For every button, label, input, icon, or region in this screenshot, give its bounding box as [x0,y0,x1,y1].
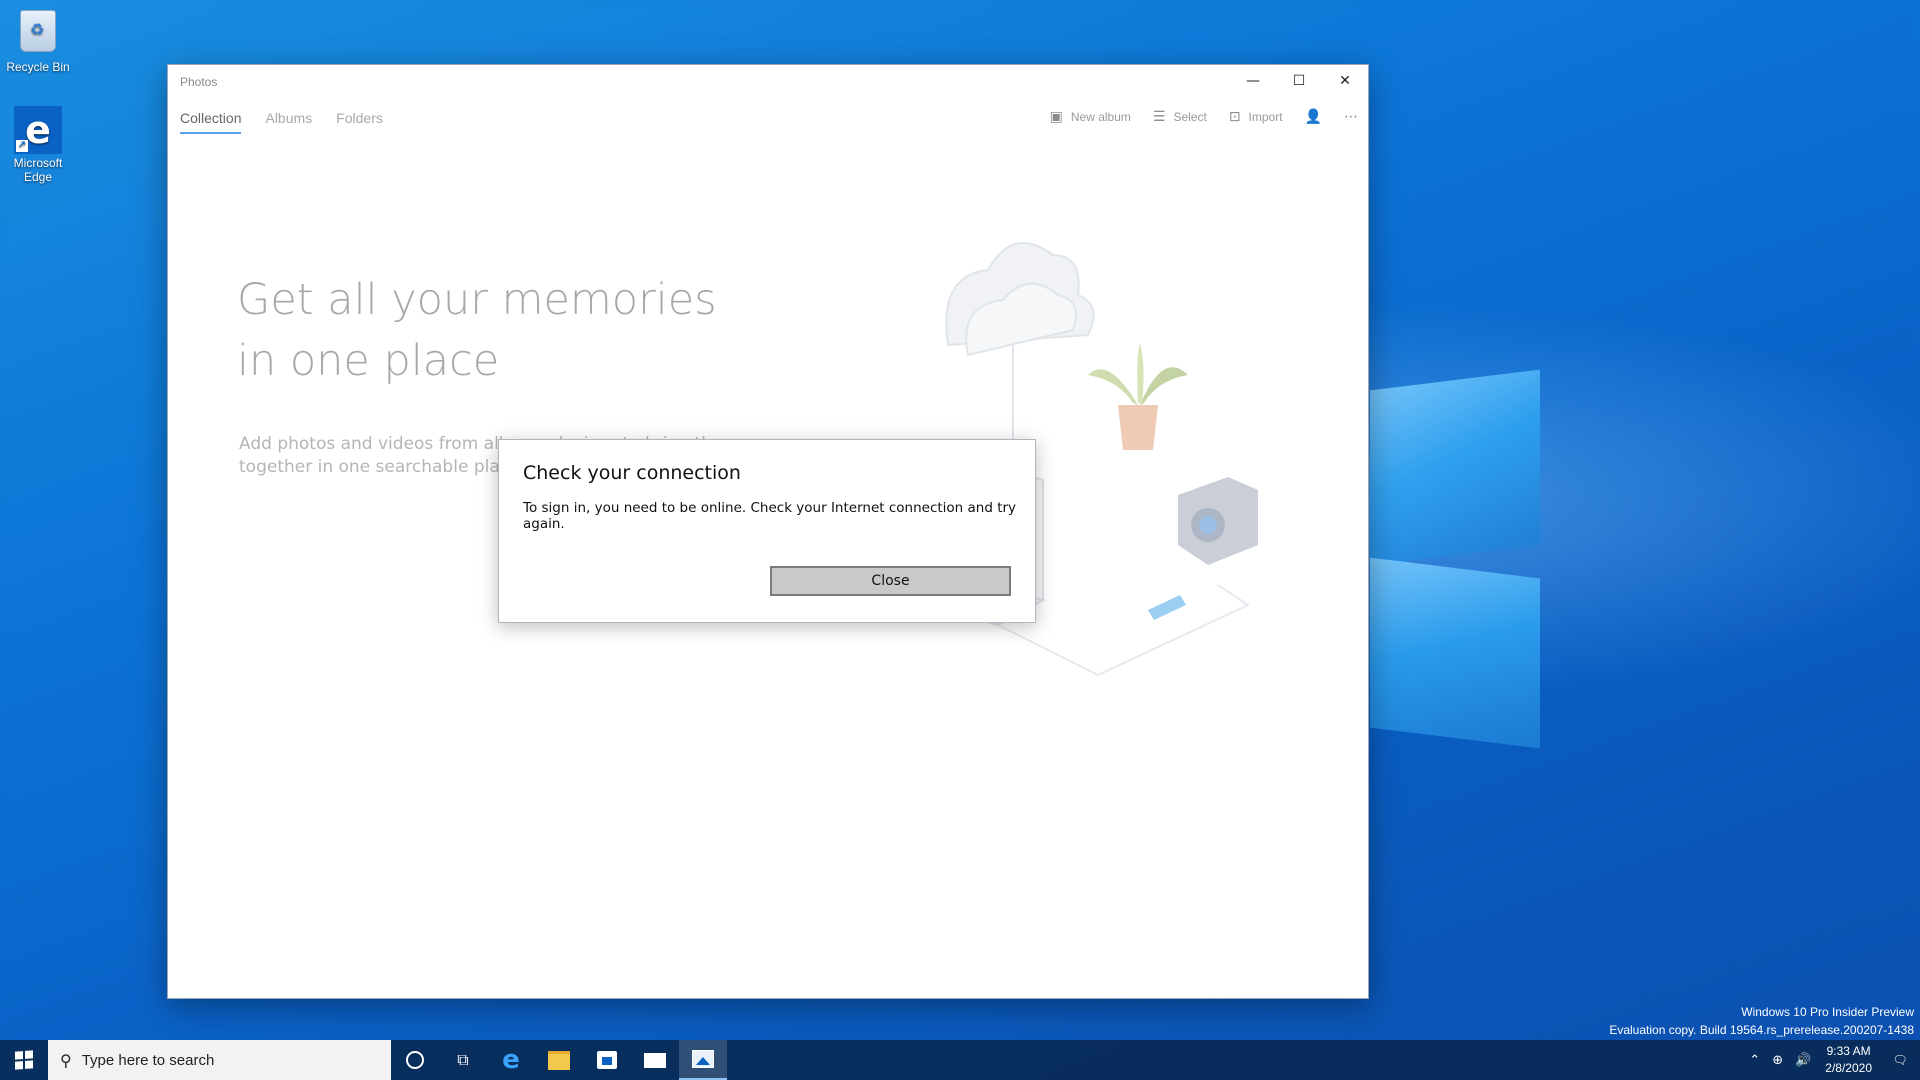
taskbar-edge[interactable]: e [487,1040,535,1080]
wallpaper-logo-pane-bottom [1370,557,1540,749]
taskbar-mail[interactable] [631,1040,679,1080]
network-icon[interactable]: ⊕ [1772,1053,1783,1068]
connection-dialog: Check your connection To sign in, you ne… [498,439,1036,623]
folder-icon [548,1050,570,1070]
taskbar-file-explorer[interactable] [535,1040,583,1080]
taskbar-photos[interactable] [679,1040,727,1080]
watermark-line-1: Windows 10 Pro Insider Preview [1741,1005,1914,1019]
volume-icon[interactable]: 🔊 [1795,1053,1811,1068]
task-view-button[interactable]: ⧉ [439,1040,487,1080]
dialog-title: Check your connection [523,462,741,484]
taskbar-search-box[interactable]: ⚲ Type here to search [48,1040,391,1080]
notification-icon: 🗨 [1892,1053,1908,1067]
store-icon [597,1051,617,1069]
watermark-line-2: Evaluation copy. Build 19564.rs_prerelea… [1609,1023,1914,1037]
cortana-icon [406,1051,424,1069]
search-placeholder: Type here to search [81,1051,215,1069]
taskbar: ⚲ Type here to search ⧉ e ⌃ ⊕ 🔊 9:33 AM … [0,1040,1920,1080]
edge-icon: e [502,1045,520,1075]
cortana-button[interactable] [391,1040,439,1080]
wallpaper-logo-pane-top [1370,369,1540,566]
mail-icon [644,1052,666,1068]
search-icon: ⚲ [60,1050,72,1070]
recycle-bin-icon [14,10,62,58]
clock-date: 2/8/2020 [1825,1061,1872,1075]
build-watermark: Windows 10 Pro Insider Preview Evaluatio… [1609,1003,1914,1039]
edge-icon: e ↗ [14,106,62,154]
desktop-icon-label: Recycle Bin [6,60,70,74]
start-button[interactable] [0,1040,48,1080]
windows-logo-icon [15,1050,33,1070]
desktop-icon-label: Microsoft Edge [13,156,63,184]
photos-icon [692,1050,714,1068]
action-center-button[interactable]: 🗨 [1880,1040,1920,1080]
desktop-icon-microsoft-edge[interactable]: e ↗ Microsoft Edge [0,106,78,184]
clock[interactable]: 9:33 AM 2/8/2020 [1825,1043,1872,1077]
desktop-icon-recycle-bin[interactable]: Recycle Bin [0,6,78,74]
dialog-message: To sign in, you need to be online. Check… [523,500,1017,532]
system-tray: ⌃ ⊕ 🔊 9:33 AM 2/8/2020 🗨 [1743,1040,1920,1080]
chevron-up-icon[interactable]: ⌃ [1749,1053,1760,1068]
clock-time: 9:33 AM [1826,1044,1871,1058]
taskbar-store[interactable] [583,1040,631,1080]
task-view-icon: ⧉ [457,1050,469,1069]
dialog-close-button[interactable]: Close [770,566,1011,596]
